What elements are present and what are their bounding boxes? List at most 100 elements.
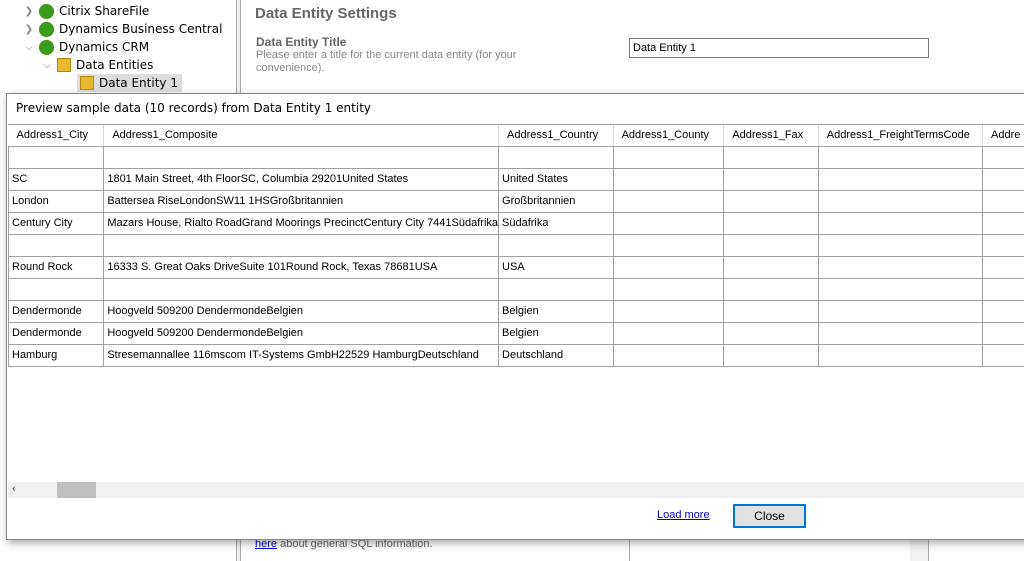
table-cell[interactable]: Großbritannien bbox=[498, 189, 614, 213]
table-cell[interactable] bbox=[612, 321, 725, 345]
table-cell[interactable] bbox=[723, 145, 819, 169]
tree-item-data-entities[interactable]: ⌵ Data Entities bbox=[40, 56, 153, 74]
column-header[interactable]: Address1_County bbox=[613, 125, 725, 147]
table-cell[interactable]: Belgien bbox=[498, 299, 614, 323]
table-cell[interactable]: USA bbox=[498, 255, 614, 279]
table-cell[interactable] bbox=[612, 277, 725, 301]
horizontal-scrollbar[interactable]: ‹ bbox=[8, 482, 1024, 498]
table-cell[interactable] bbox=[723, 167, 819, 191]
table-cell[interactable]: Battersea RiseLondonSW11 1HSGroßbritanni… bbox=[103, 189, 500, 213]
column-header[interactable]: Address1_Composite bbox=[103, 125, 500, 147]
table-cell[interactable] bbox=[103, 145, 500, 169]
table-cell[interactable] bbox=[982, 343, 1024, 367]
table-cell[interactable] bbox=[612, 189, 725, 213]
table-cell[interactable] bbox=[982, 145, 1024, 169]
table-cell[interactable] bbox=[817, 299, 984, 323]
table-cell[interactable] bbox=[612, 255, 725, 279]
tree-item-dynamics-business-central[interactable]: ❯ Dynamics Business Central bbox=[22, 20, 222, 38]
table-cell[interactable]: Mazars House, Rialto RoadGrand Moorings … bbox=[103, 211, 500, 235]
table-cell[interactable] bbox=[723, 255, 819, 279]
table-row[interactable] bbox=[8, 233, 1024, 257]
table-row[interactable]: London Battersea RiseLondonSW11 1HSGroßbr… bbox=[8, 189, 1024, 213]
table-cell[interactable] bbox=[817, 255, 984, 279]
chevron-right-icon[interactable]: ❯ bbox=[22, 24, 36, 35]
table-cell[interactable] bbox=[817, 233, 984, 257]
table-cell[interactable] bbox=[612, 299, 725, 323]
chevron-down-icon[interactable]: ⌵ bbox=[40, 60, 54, 71]
table-cell[interactable] bbox=[723, 343, 819, 367]
table-row[interactable] bbox=[8, 277, 1024, 301]
table-cell[interactable]: SC bbox=[8, 167, 105, 191]
table-cell[interactable] bbox=[723, 299, 819, 323]
table-cell[interactable] bbox=[982, 255, 1024, 279]
table-cell[interactable] bbox=[612, 145, 725, 169]
table-row[interactable]: SC 1801 Main Street, 4th FloorSC, Columbi… bbox=[8, 167, 1024, 191]
table-cell[interactable] bbox=[817, 189, 984, 213]
table-row[interactable] bbox=[8, 145, 1024, 169]
column-header[interactable]: Address1_Country bbox=[498, 125, 614, 147]
preview-data-grid[interactable]: Address1_City Address1_Composite Address1_… bbox=[8, 124, 1024, 481]
table-cell[interactable] bbox=[817, 145, 984, 169]
table-cell[interactable] bbox=[612, 167, 725, 191]
table-cell[interactable] bbox=[817, 321, 984, 345]
table-cell[interactable] bbox=[498, 277, 614, 301]
table-cell[interactable] bbox=[612, 343, 725, 367]
tree-item-data-entity-1[interactable]: Data Entity 1 bbox=[77, 74, 182, 92]
table-cell[interactable] bbox=[982, 211, 1024, 235]
table-cell[interactable]: Belgien bbox=[498, 321, 614, 345]
table-cell[interactable]: Südafrika bbox=[498, 211, 614, 235]
entity-title-input[interactable] bbox=[629, 38, 929, 58]
tree-item-citrix-sharefile[interactable]: ❯ Citrix ShareFile bbox=[22, 2, 149, 20]
table-cell[interactable] bbox=[612, 233, 725, 257]
table-cell[interactable]: Hoogveld 509200 DendermondeBelgien bbox=[103, 321, 500, 345]
table-cell[interactable] bbox=[723, 321, 819, 345]
table-cell[interactable]: Dendermonde bbox=[8, 299, 105, 323]
table-cell[interactable] bbox=[103, 233, 500, 257]
table-cell[interactable] bbox=[723, 189, 819, 213]
table-cell[interactable] bbox=[723, 233, 819, 257]
table-cell[interactable] bbox=[8, 233, 105, 257]
table-cell[interactable] bbox=[817, 343, 984, 367]
chevron-down-icon[interactable]: ⌵ bbox=[22, 42, 36, 53]
column-header[interactable]: Addre bbox=[982, 125, 1024, 147]
table-cell[interactable]: United States bbox=[498, 167, 614, 191]
load-more-link[interactable]: Load more bbox=[657, 509, 710, 521]
table-cell[interactable] bbox=[723, 277, 819, 301]
table-cell[interactable]: 16333 S. Great Oaks DriveSuite 101Round … bbox=[103, 255, 500, 279]
table-cell[interactable] bbox=[982, 299, 1024, 323]
table-cell[interactable] bbox=[817, 167, 984, 191]
table-row[interactable]: Century City Mazars House, Rialto RoadGra… bbox=[8, 211, 1024, 235]
table-row[interactable]: Dendermonde Hoogveld 509200 DendermondeBe… bbox=[8, 321, 1024, 345]
table-cell[interactable] bbox=[982, 321, 1024, 345]
table-cell[interactable]: Century City bbox=[8, 211, 105, 235]
table-cell[interactable] bbox=[612, 211, 725, 235]
table-cell[interactable] bbox=[498, 233, 614, 257]
table-cell[interactable]: London bbox=[8, 189, 105, 213]
table-row[interactable]: Round Rock 16333 S. Great Oaks DriveSuite… bbox=[8, 255, 1024, 279]
table-cell[interactable] bbox=[982, 277, 1024, 301]
table-cell[interactable] bbox=[817, 277, 984, 301]
table-cell[interactable]: Stresemannallee 116mscom IT-Systems GmbH… bbox=[103, 343, 500, 367]
table-cell[interactable] bbox=[498, 145, 614, 169]
close-button[interactable]: Close bbox=[733, 504, 806, 528]
table-cell[interactable] bbox=[982, 167, 1024, 191]
column-header[interactable]: Address1_City bbox=[8, 125, 105, 147]
table-cell[interactable] bbox=[982, 189, 1024, 213]
table-cell[interactable]: Deutschland bbox=[498, 343, 614, 367]
table-cell[interactable]: 1801 Main Street, 4th FloorSC, Columbia … bbox=[103, 167, 500, 191]
table-cell[interactable]: Hoogveld 509200 DendermondeBelgien bbox=[103, 299, 500, 323]
table-cell[interactable] bbox=[8, 277, 105, 301]
table-cell[interactable]: Dendermonde bbox=[8, 321, 105, 345]
table-cell[interactable] bbox=[817, 211, 984, 235]
table-cell[interactable] bbox=[982, 233, 1024, 257]
scroll-left-icon[interactable]: ‹ bbox=[12, 483, 16, 495]
table-cell[interactable] bbox=[103, 277, 500, 301]
table-cell[interactable]: Round Rock bbox=[8, 255, 105, 279]
table-row[interactable]: Dendermonde Hoogveld 509200 DendermondeBe… bbox=[8, 299, 1024, 323]
scrollbar-thumb[interactable] bbox=[57, 482, 96, 498]
table-cell[interactable]: Hamburg bbox=[8, 343, 105, 367]
chevron-right-icon[interactable]: ❯ bbox=[22, 6, 36, 17]
table-cell[interactable] bbox=[8, 145, 105, 169]
table-row[interactable]: Hamburg Stresemannallee 116mscom IT-Syste… bbox=[8, 343, 1024, 367]
column-header[interactable]: Address1_FreightTermsCode bbox=[818, 125, 984, 147]
